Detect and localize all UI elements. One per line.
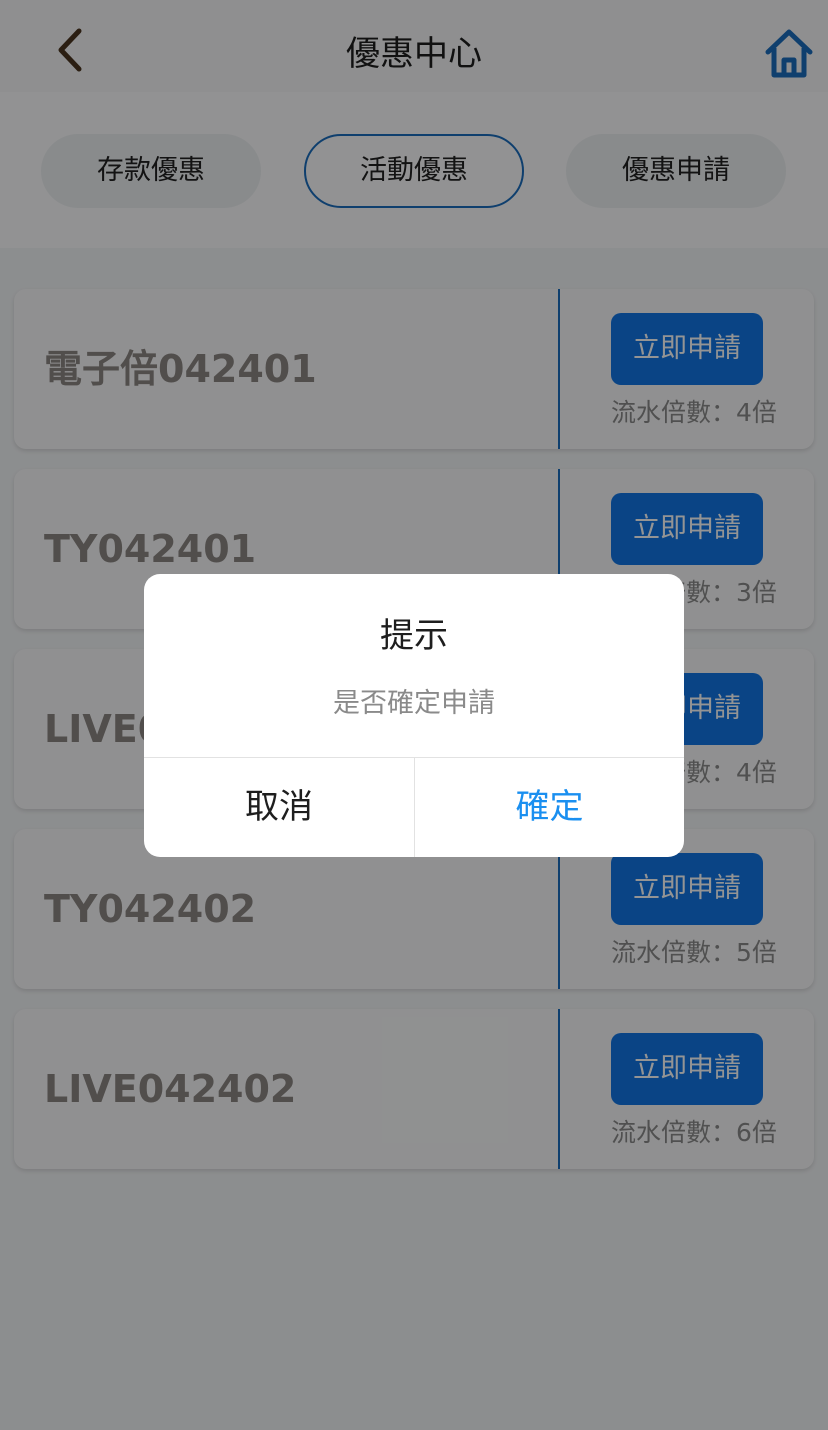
dialog-message: 是否確定申請 bbox=[333, 688, 495, 719]
confirm-button[interactable]: 確定 bbox=[415, 758, 684, 857]
confirm-dialog: 提示 是否確定申請 取消 確定 bbox=[144, 574, 684, 857]
cancel-button[interactable]: 取消 bbox=[144, 758, 414, 857]
dialog-title: 提示 bbox=[380, 616, 448, 656]
